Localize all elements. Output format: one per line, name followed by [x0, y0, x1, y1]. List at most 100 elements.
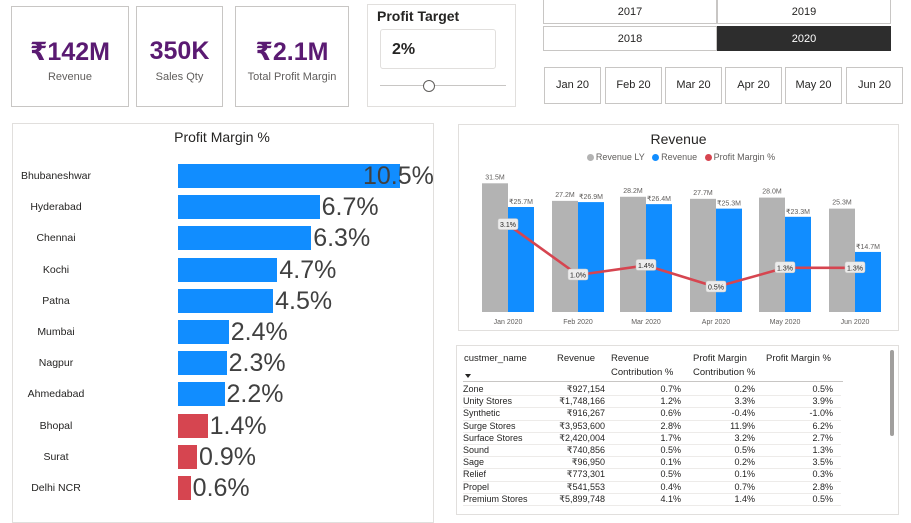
- table-row[interactable]: Unity Stores ₹1,748,166 1.2% 3.3% 3.9%: [463, 395, 841, 409]
- table-scrollbar[interactable]: [890, 350, 894, 436]
- table-row[interactable]: Relief ₹773,301 0.5% 0.1% 0.3%: [463, 468, 841, 482]
- year-button-2017[interactable]: 2017: [543, 0, 717, 24]
- category-label: Nagpur: [38, 357, 74, 370]
- column-header-revenue-contribution[interactable]: Revenue Contribution %: [611, 352, 683, 380]
- revenue-data-label: ₹23.3M: [786, 208, 810, 216]
- table-cell: 0.1%: [660, 457, 681, 468]
- table-cell: ₹916,267: [566, 408, 605, 419]
- revenue-data-label: ₹26.9M: [579, 193, 603, 201]
- profit-margin-bar[interactable]: [178, 226, 312, 251]
- revenue-bar[interactable]: [578, 202, 604, 312]
- column-header-customer[interactable]: custmer_name: [464, 352, 527, 366]
- profit-margin-bar[interactable]: [178, 444, 198, 469]
- kpi-label: Total Profit Margin: [247, 71, 337, 83]
- revenue-bar[interactable]: [716, 208, 742, 312]
- month-button-feb[interactable]: Feb 20: [605, 67, 662, 104]
- table-cell: ₹3,953,600: [559, 420, 605, 431]
- table-cell: 0.7%: [734, 481, 755, 492]
- revenue-ly-data-label: 28.2M: [623, 188, 643, 195]
- table-cell: 0.5%: [660, 469, 681, 480]
- profit-margin-bar[interactable]: [178, 382, 225, 407]
- revenue-ly-data-label: 28.0M: [762, 189, 782, 196]
- month-button-apr[interactable]: Apr 20: [725, 67, 782, 104]
- kpi-value: ₹142M: [30, 38, 110, 66]
- category-label: Surat: [43, 450, 69, 463]
- profit-target-slider-handle[interactable]: [422, 80, 435, 92]
- year-button-2018[interactable]: 2018: [543, 26, 717, 51]
- table-cell: 0.4%: [660, 481, 681, 492]
- data-label: 6.3%: [313, 224, 371, 253]
- month-button-may[interactable]: May 20: [785, 67, 842, 104]
- category-label: Bhopal: [39, 419, 73, 432]
- revenue-ly-bar[interactable]: [690, 198, 716, 312]
- profit-margin-bar[interactable]: [178, 413, 208, 438]
- table-row[interactable]: Propel ₹541,553 0.4% 0.7% 2.8%: [463, 481, 841, 494]
- data-label: 4.7%: [279, 255, 337, 284]
- category-label: Bhubaneshwar: [20, 170, 92, 182]
- revenue-ly-data-label: 25.3M: [832, 200, 852, 207]
- month-button-jun[interactable]: Jun 20: [846, 67, 903, 104]
- year-button-2020[interactable]: 2020: [717, 26, 891, 51]
- profit-margin-bar[interactable]: [178, 257, 278, 282]
- x-axis-tick-label: Mar 2020: [631, 319, 661, 326]
- revenue-bar[interactable]: [646, 204, 672, 312]
- revenue-chart-plot: 31.5M ₹25.7M Jan 2020 27.2M ₹26.9M Feb 2020 28…: [482, 174, 881, 326]
- month-button-jan[interactable]: Jan 20: [544, 67, 601, 104]
- table-cell: Sage: [463, 457, 485, 468]
- table-cell: 0.6%: [660, 408, 681, 419]
- x-axis-tick-label: Feb 2020: [563, 319, 593, 326]
- header-divider: [463, 381, 843, 382]
- column-header-revenue[interactable]: Revenue: [557, 352, 595, 366]
- profit-margin-bar[interactable]: [178, 195, 320, 220]
- profit-target-title: Profit Target: [377, 8, 460, 24]
- table-row[interactable]: Synthetic ₹916,267 0.6% -0.4% -1.0%: [463, 407, 841, 421]
- revenue-data-label: ₹25.3M: [717, 200, 741, 208]
- profit-margin-bar[interactable]: [178, 351, 227, 376]
- sort-arrow-icon[interactable]: [465, 374, 471, 378]
- table-cell: ₹5,899,748: [559, 493, 605, 504]
- customer-table: custmer_name Revenue Revenue Contributio…: [456, 345, 899, 515]
- table-cell: 0.2%: [734, 384, 755, 394]
- profit-target-input[interactable]: 2%: [380, 29, 496, 69]
- table-row[interactable]: Premium Stores ₹5,899,748 4.1% 1.4% 0.5%: [463, 493, 841, 506]
- profit-margin-data-label: 3.1%: [500, 222, 516, 229]
- table-cell: Premium Stores: [463, 493, 528, 504]
- category-label: Patna: [42, 294, 70, 307]
- revenue-ly-data-label: 27.7M: [693, 190, 713, 197]
- year-button-2019[interactable]: 2019: [717, 0, 891, 24]
- revenue-bar[interactable]: [855, 251, 881, 312]
- profit-target-slicer: Profit Target 2%: [367, 4, 516, 107]
- table-row[interactable]: Sage ₹96,950 0.1% 0.2% 3.5%: [463, 456, 841, 470]
- revenue-ly-bar[interactable]: [482, 183, 508, 312]
- table-cell: Surge Stores: [463, 420, 516, 431]
- table-cell: 0.5%: [734, 445, 755, 455]
- profit-target-slider-track[interactable]: [380, 85, 506, 86]
- table-row[interactable]: Surge Stores ₹3,953,600 2.8% 11.9% 6.2%: [463, 420, 841, 433]
- column-header-profit-margin-contribution[interactable]: Profit Margin Contribution %: [693, 352, 761, 380]
- table-cell: ₹2,420,004: [559, 432, 605, 443]
- data-label: 10.5%: [363, 162, 434, 190]
- revenue-data-label: ₹14.7M: [856, 243, 880, 251]
- table-cell: 0.1%: [734, 469, 755, 480]
- category-label: Delhi NCR: [31, 482, 81, 494]
- profit-margin-bar[interactable]: [178, 288, 274, 313]
- table-cell: 6.2%: [812, 420, 833, 431]
- revenue-ly-bar[interactable]: [759, 197, 785, 312]
- revenue-ly-bar[interactable]: [620, 196, 646, 312]
- column-header-profit-margin[interactable]: Profit Margin %: [766, 352, 831, 366]
- table-cell: 1.7%: [660, 432, 681, 443]
- profit-margin-bar[interactable]: [178, 320, 229, 344]
- table-row[interactable]: Surface Stores ₹2,420,004 1.7% 3.2% 2.7%: [463, 432, 841, 445]
- revenue-ly-bar[interactable]: [829, 208, 855, 312]
- chart-title: Profit Margin %: [174, 129, 270, 145]
- profit-margin-bar[interactable]: [178, 476, 191, 500]
- kpi-card-revenue: ₹142M Revenue: [11, 6, 129, 107]
- table-cell: ₹541,553: [566, 481, 605, 492]
- table-cell: 2.7%: [812, 432, 833, 443]
- kpi-value: 350K: [149, 37, 210, 65]
- table-cell: 3.2%: [734, 432, 755, 443]
- data-label: 1.4%: [209, 411, 267, 440]
- month-button-mar[interactable]: Mar 20: [665, 67, 722, 104]
- revenue-ly-bar[interactable]: [552, 200, 578, 312]
- category-label: Ahmedabad: [27, 388, 85, 401]
